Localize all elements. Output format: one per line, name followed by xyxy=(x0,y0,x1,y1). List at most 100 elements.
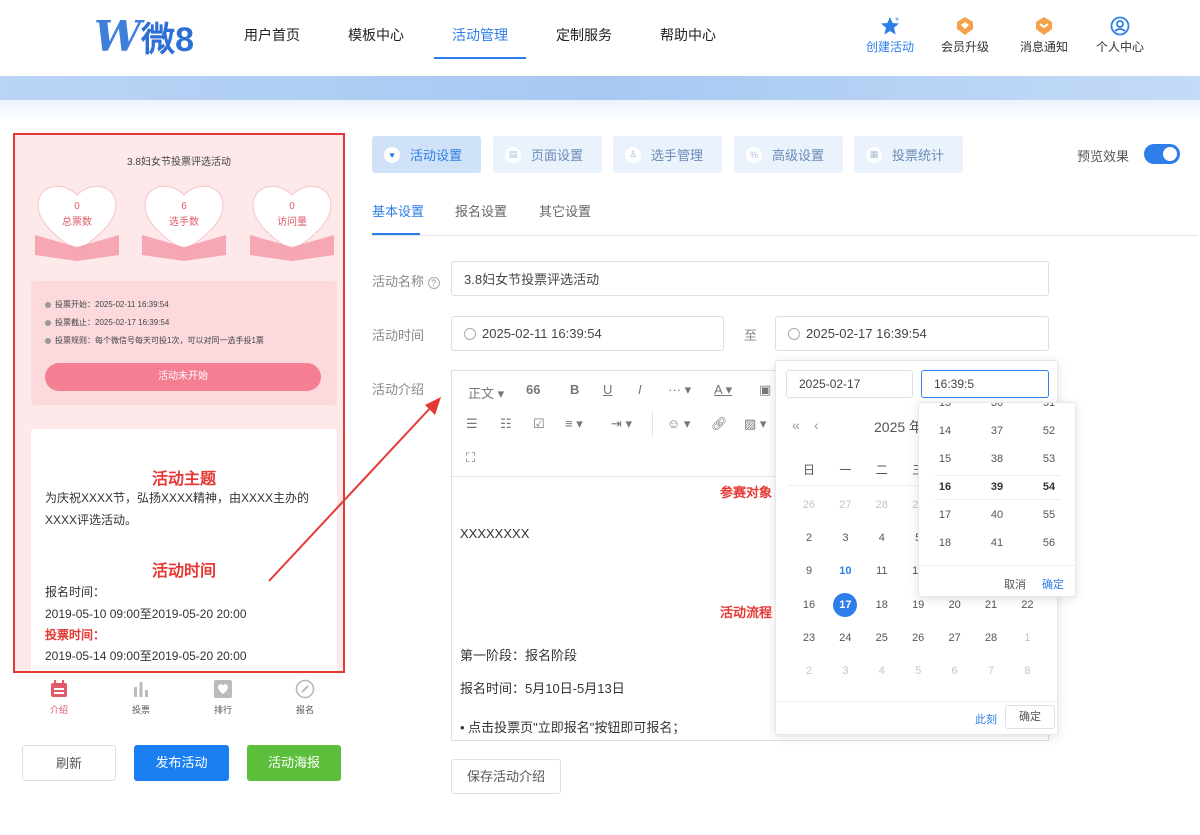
calendar-day[interactable]: 24 xyxy=(827,626,863,650)
quote-icon[interactable]: 66 xyxy=(526,382,540,397)
notifications-button[interactable]: 消息通知 xyxy=(1009,16,1079,55)
time-option-second[interactable]: 51 xyxy=(1023,403,1075,409)
calendar-day[interactable]: 3 xyxy=(827,659,863,683)
align-icon[interactable]: ≡ ▾ xyxy=(565,416,583,432)
time-option-hour[interactable]: 16 xyxy=(919,481,971,493)
subtab-basic[interactable]: 基本设置 xyxy=(372,201,424,220)
picker-time-input[interactable]: 16:39:5 xyxy=(921,370,1049,398)
time-option-hour[interactable]: 18 xyxy=(919,537,971,549)
save-intro-button[interactable]: 保存活动介绍 xyxy=(451,759,561,794)
tab-activity-settings[interactable]: ♥ 活动设置 xyxy=(372,136,481,173)
time-cancel-button[interactable]: 取消 xyxy=(1004,576,1026,592)
tab-signup[interactable]: 报名 xyxy=(285,679,325,716)
calendar-day[interactable]: 2 xyxy=(791,526,827,550)
calendar-day[interactable]: 3 xyxy=(827,526,863,550)
calendar-day[interactable]: 16 xyxy=(791,593,827,617)
nav-user-home[interactable]: 用户首页 xyxy=(244,24,300,58)
calendar-day[interactable]: 26 xyxy=(900,626,936,650)
prev-year-icon[interactable]: « xyxy=(792,417,800,433)
member-upgrade-button[interactable]: 会员升级 xyxy=(930,16,1000,55)
now-button[interactable]: 此刻 xyxy=(975,711,997,727)
time-option-hour[interactable]: 17 xyxy=(919,509,971,521)
calendar-day[interactable]: 8 xyxy=(1009,659,1045,683)
time-option-minute[interactable]: 38 xyxy=(971,453,1023,465)
nav-help-center[interactable]: 帮助中心 xyxy=(660,24,716,58)
time-option-second[interactable]: 53 xyxy=(1023,453,1075,465)
time-ok-button[interactable]: 确定 xyxy=(1042,576,1064,592)
time-option-second[interactable]: 56 xyxy=(1023,537,1075,549)
calendar-day[interactable]: 27 xyxy=(937,626,973,650)
time-option-minute[interactable]: 40 xyxy=(971,509,1023,521)
start-time-input[interactable]: 2025-02-11 16:39:54 xyxy=(451,316,724,351)
bold-icon[interactable]: B xyxy=(570,382,579,397)
picker-date-input[interactable]: 2025-02-17 xyxy=(786,370,913,398)
link-icon[interactable]: 🔗︎ xyxy=(711,416,728,432)
emoji-icon[interactable]: ☺ ▾ xyxy=(667,416,690,432)
indent-icon[interactable]: ⇥ ▾ xyxy=(611,416,632,432)
calendar-day[interactable]: 23 xyxy=(791,626,827,650)
fullscreen-icon[interactable]: ⛶ xyxy=(466,450,475,466)
calendar-day[interactable]: 25 xyxy=(864,626,900,650)
publish-activity-button[interactable]: 发布活动 xyxy=(134,745,229,781)
time-option-minute[interactable]: 37 xyxy=(971,425,1023,437)
nav-activity-management[interactable]: 活动管理 xyxy=(434,24,526,59)
time-option-second[interactable]: 52 xyxy=(1023,425,1075,437)
prev-month-icon[interactable]: ‹ xyxy=(814,417,819,433)
calendar-day[interactable]: 1 xyxy=(1009,626,1045,650)
calendar-day[interactable]: 18 xyxy=(864,593,900,617)
end-time-input[interactable]: 2025-02-17 16:39:54 xyxy=(775,316,1049,351)
create-activity-button[interactable]: 创建活动 xyxy=(855,16,925,55)
calendar-day[interactable]: 27 xyxy=(827,493,863,517)
nav-templates[interactable]: 模板中心 xyxy=(348,24,404,58)
background-color-icon[interactable]: ▣ xyxy=(759,382,771,398)
calendar-day-today[interactable]: 10 xyxy=(827,559,863,583)
tab-intro[interactable]: 介绍 xyxy=(39,679,79,716)
time-option-hour[interactable]: 15 xyxy=(919,453,971,465)
time-option-hour[interactable]: 14 xyxy=(919,425,971,437)
tab-vote[interactable]: 投票 xyxy=(121,679,161,716)
time-option-minute[interactable]: 39 xyxy=(971,481,1023,493)
time-option-minute[interactable]: 36 xyxy=(971,403,1023,409)
subtab-other[interactable]: 其它设置 xyxy=(539,201,591,220)
numbered-list-icon[interactable]: ☷ xyxy=(500,416,512,432)
tab-player-management[interactable]: ♙ 选手管理 xyxy=(613,136,722,173)
personal-center-button[interactable]: 个人中心 xyxy=(1085,16,1155,55)
calendar-day[interactable]: 26 xyxy=(791,493,827,517)
time-option-minute[interactable]: 41 xyxy=(971,537,1023,549)
calendar-day[interactable]: 4 xyxy=(864,659,900,683)
calendar-day-selected[interactable]: 17 xyxy=(827,592,863,617)
activity-status-button[interactable]: 活动未开始 xyxy=(45,363,321,391)
paragraph-select[interactable]: 正文 ▾ xyxy=(468,383,504,402)
calendar-day[interactable]: 28 xyxy=(864,493,900,517)
more-icon[interactable]: ··· ▾ xyxy=(668,382,691,398)
time-option-second[interactable]: 54 xyxy=(1023,481,1075,493)
subtab-signup[interactable]: 报名设置 xyxy=(455,201,507,220)
italic-icon[interactable]: I xyxy=(638,382,642,397)
image-icon[interactable]: ▨ ▾ xyxy=(744,416,766,432)
calendar-day[interactable]: 7 xyxy=(973,659,1009,683)
activity-name-input[interactable]: 3.8妇女节投票评选活动 xyxy=(451,261,1049,296)
calendar-day[interactable]: 28 xyxy=(973,626,1009,650)
calendar-day[interactable]: 6 xyxy=(937,659,973,683)
tab-page-settings[interactable]: ▤ 页面设置 xyxy=(493,136,602,173)
calendar-day[interactable]: 5 xyxy=(900,659,936,683)
todo-icon[interactable]: ☑ xyxy=(533,416,545,432)
site-logo[interactable]: W 微8 xyxy=(94,12,194,61)
font-color-icon[interactable]: A ▾ xyxy=(714,382,732,398)
picker-ok-button[interactable]: 确定 xyxy=(1005,705,1055,729)
activity-poster-button[interactable]: 活动海报 xyxy=(247,745,341,781)
refresh-button[interactable]: 刷新 xyxy=(22,745,116,781)
bullet-list-icon[interactable]: ☰ xyxy=(466,416,478,432)
calendar-day[interactable]: 4 xyxy=(864,526,900,550)
calendar-day[interactable]: 11 xyxy=(864,559,900,583)
tab-vote-statistics[interactable]: ▦ 投票统计 xyxy=(854,136,963,173)
tab-advanced-settings[interactable]: % 高级设置 xyxy=(734,136,843,173)
year-label[interactable]: 2025 年 xyxy=(874,417,923,437)
time-option-second[interactable]: 55 xyxy=(1023,509,1075,521)
tab-ranking[interactable]: 排行 xyxy=(203,679,243,716)
time-option-hour[interactable]: 13 xyxy=(919,403,971,409)
nav-custom-service[interactable]: 定制服务 xyxy=(556,24,612,58)
calendar-day[interactable]: 9 xyxy=(791,559,827,583)
help-icon[interactable]: ? xyxy=(427,277,440,289)
underline-icon[interactable]: U xyxy=(603,382,612,397)
